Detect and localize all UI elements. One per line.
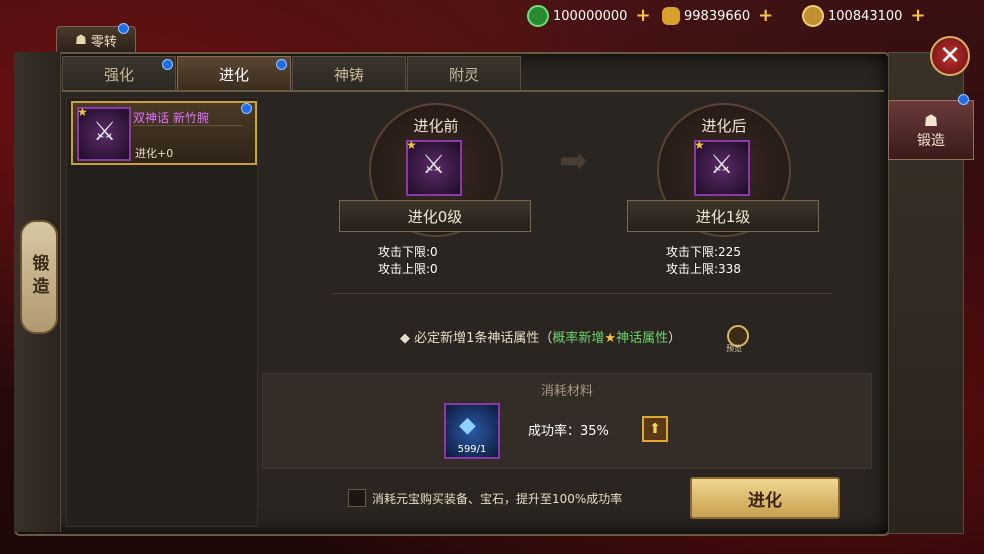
equipment-list: ★ ⚔ 双神话 新竹腕 进化+0 <box>66 97 258 527</box>
bracer-icon: ★ ⚔ <box>77 105 131 161</box>
before-level-banner: 进化0级 <box>339 200 531 232</box>
list-item[interactable]: ★ ⚔ 双神话 新竹腕 进化+0 <box>71 101 257 165</box>
currency-copper-value: 100843100 <box>828 8 903 24</box>
bracer-glyph-icon: ⚔ <box>710 150 734 180</box>
notification-dot <box>118 23 129 34</box>
before-stat-max: 攻击上限:0 <box>378 262 438 276</box>
forge-side-button[interactable]: 锻造 <box>20 220 58 334</box>
armor-icon: ☗ <box>923 110 939 130</box>
after-title: 进化后 <box>701 117 747 135</box>
tab-underline <box>62 90 884 92</box>
currency-jade: 100000000 + <box>527 5 651 27</box>
notification-dot <box>276 59 287 70</box>
zero-rebirth-label: 零转 <box>90 34 117 50</box>
tab-bar: 强化 进化 神铸 附灵 <box>62 56 522 92</box>
gold-ingot-icon <box>662 7 680 25</box>
add-jade-button[interactable]: + <box>635 7 650 25</box>
preview-label: 预览 <box>726 344 742 353</box>
success-rate: 成功率：35% <box>528 424 609 439</box>
side-tab-forge[interactable]: ☗ 锻造 <box>888 100 974 160</box>
increase-rate-button[interactable]: ⬆ <box>642 416 668 442</box>
info-myth-attr: 神话属性 <box>616 331 669 346</box>
tab-divine-cast[interactable]: 神铸 <box>292 56 406 92</box>
materials-panel: 消耗材料 ◆ 599/1 成功率：35% ⬆ <box>262 373 872 469</box>
tab-strengthen[interactable]: 强化 <box>62 56 176 92</box>
arrow-right-icon: ➡ <box>559 141 588 181</box>
gem-icon: ◆ <box>459 413 476 438</box>
materials-title: 消耗材料 <box>540 384 593 399</box>
side-tab-label: 锻造 <box>917 132 945 149</box>
auto-buy-label: 消耗元宝购买装备、宝石，提升至100%成功率 <box>372 492 623 506</box>
add-gold-button[interactable]: + <box>758 7 773 25</box>
evolve-info: ◆ 必定新增1条神话属性（概率新增★神话属性） <box>400 327 681 346</box>
tab-evolve[interactable]: 进化 <box>177 56 291 92</box>
evolve-button-label: 进化 <box>748 490 782 511</box>
star-icon: ★ <box>77 105 88 119</box>
before-stats: 攻击下限:0 攻击上限:0 <box>378 244 438 278</box>
currency-jade-value: 100000000 <box>553 8 628 24</box>
after-stat-min: 攻击下限:225 <box>666 245 741 259</box>
equipment-name: 双神话 新竹腕 <box>133 111 209 125</box>
evolve-button[interactable]: 进化 <box>690 477 840 519</box>
rebirth-icon: ☗ <box>75 32 87 48</box>
divider <box>332 293 832 294</box>
notification-dot <box>958 94 969 105</box>
auto-buy-checkbox[interactable] <box>348 489 366 507</box>
info-suffix: ） <box>668 331 682 346</box>
arrow-up-icon: ⬆ <box>649 421 661 437</box>
bracer-glyph-icon: ⚔ <box>422 150 446 180</box>
add-copper-button[interactable]: + <box>910 7 925 25</box>
bracer-glyph-icon: ⚔ <box>93 117 117 147</box>
copper-coin-icon <box>802 5 824 27</box>
material-stone-icon[interactable]: ◆ 599/1 <box>444 403 500 459</box>
forge-side-label: 锻造 <box>28 254 49 300</box>
star-icon: ★ <box>406 138 417 152</box>
tab-enchant[interactable]: 附灵 <box>407 56 521 92</box>
after-item-icon[interactable]: ★ ⚔ <box>694 138 750 196</box>
tab-strengthen-label: 强化 <box>103 65 134 84</box>
before-level: 进化0级 <box>407 207 463 226</box>
currency-gold-value: 99839660 <box>684 8 751 24</box>
before-stat-min: 攻击下限:0 <box>378 245 438 259</box>
after-level-banner: 进化1级 <box>627 200 819 232</box>
star-icon: ★ <box>694 138 705 152</box>
star-icon: ★ <box>604 331 617 346</box>
tab-enchant-label: 附灵 <box>448 65 479 84</box>
before-title: 进化前 <box>413 117 459 135</box>
after-stats: 攻击下限:225 攻击上限:338 <box>666 244 741 278</box>
evolve-content: 进化前 ★ ⚔ 进化0级 攻击下限:0 攻击上限:0 ➡ 进化后 ★ ⚔ 进化1… <box>262 97 882 527</box>
after-stat-max: 攻击上限:338 <box>666 262 741 276</box>
close-button[interactable]: ✕ <box>930 36 970 76</box>
info-prefix: ◆ 必定新增1条神话属性（ <box>400 331 553 346</box>
currency-copper: 100843100 + <box>802 5 926 27</box>
currency-gold: 99839660 + <box>662 6 773 26</box>
jade-coin-icon <box>527 5 549 27</box>
notification-dot <box>241 103 252 114</box>
before-item-icon[interactable]: ★ ⚔ <box>406 138 462 196</box>
material-count: 599/1 <box>457 444 487 455</box>
divider <box>133 125 243 126</box>
tab-divine-cast-label: 神铸 <box>333 65 364 84</box>
after-level: 进化1级 <box>695 207 751 226</box>
notification-dot <box>162 59 173 70</box>
tab-evolve-label: 进化 <box>218 65 249 84</box>
equipment-level: 进化+0 <box>135 147 174 160</box>
info-chance: 概率新增 <box>552 331 605 346</box>
close-icon: ✕ <box>939 41 961 71</box>
